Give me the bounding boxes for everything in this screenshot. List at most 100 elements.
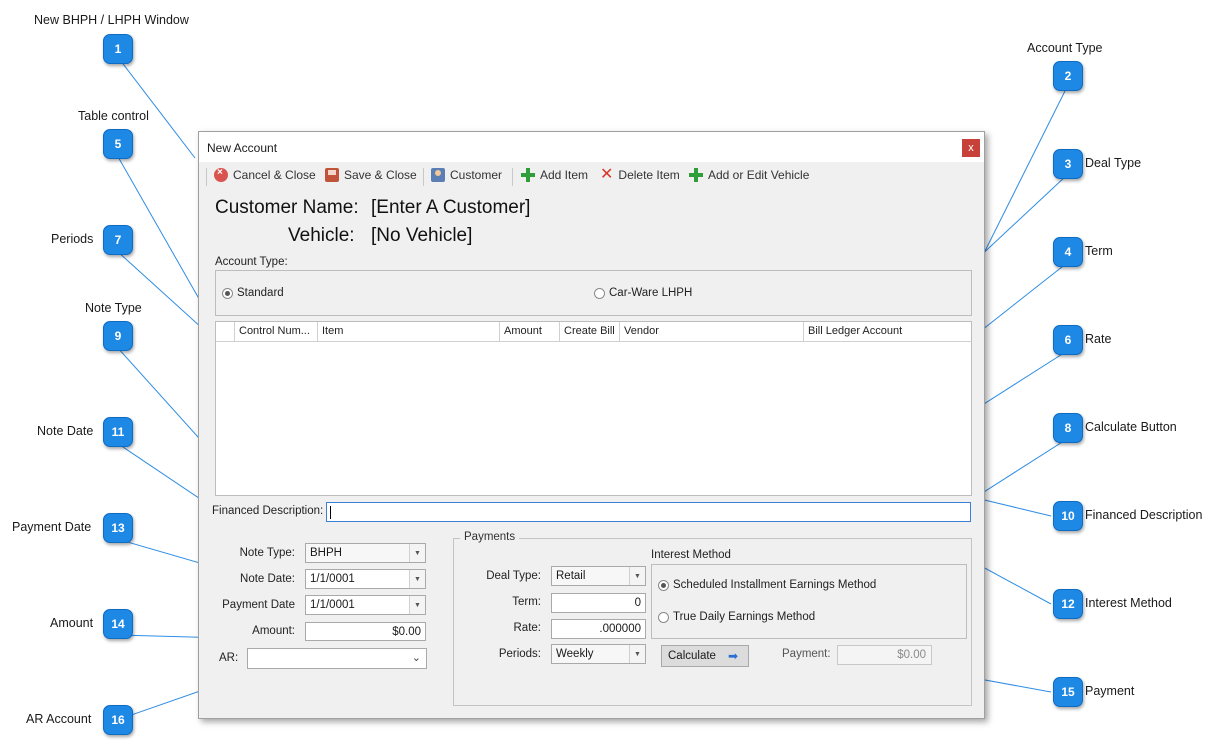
chevron-down-icon[interactable]: ▼ [629, 645, 645, 663]
radio-true-daily[interactable]: True Daily Earnings Method [658, 611, 815, 623]
customer-name-value[interactable]: [Enter A Customer] [371, 197, 530, 219]
chevron-down-icon[interactable]: ▼ [409, 596, 425, 614]
payment-date-picker[interactable]: 1/1/0001 ▼ [305, 595, 426, 615]
callout-label-6: Rate [1085, 332, 1112, 346]
toolbar-separator [512, 168, 513, 186]
save-close-label: Save & Close [344, 168, 417, 182]
delete-icon: ✕ [600, 166, 614, 183]
deal-type-select[interactable]: Retail ▼ [551, 566, 646, 586]
callout-badge-16: 16 [103, 705, 133, 735]
radio-indicator [658, 579, 669, 591]
table-header-item[interactable]: Item [318, 322, 500, 342]
note-date-picker[interactable]: 1/1/0001 ▼ [305, 569, 426, 589]
periods-select[interactable]: Weekly ▼ [551, 644, 646, 664]
add-edit-vehicle-button[interactable]: Add or Edit Vehicle [689, 168, 809, 182]
periods-value: Weekly [556, 648, 594, 660]
cancel-icon: × [214, 167, 228, 182]
table-header-control-num[interactable]: Control Num... [235, 322, 318, 342]
callout-badge-10: 10 [1053, 501, 1083, 531]
callout-badge-3: 3 [1053, 149, 1083, 179]
callout-label-12: Interest Method [1085, 596, 1172, 610]
note-type-label: Note Type: [239, 547, 295, 559]
text-cursor [330, 506, 331, 519]
add-edit-vehicle-label: Add or Edit Vehicle [708, 168, 810, 182]
table-header-create-bill[interactable]: Create Bill [560, 322, 620, 342]
callout-label-2: Account Type [1027, 41, 1103, 55]
financed-description-label: Financed Description: [212, 505, 324, 517]
radio-true-daily-label: True Daily Earnings Method [673, 611, 816, 623]
callout-badge-5: 5 [103, 129, 133, 159]
save-icon [325, 168, 339, 182]
chevron-down-icon[interactable]: ▼ [409, 544, 425, 562]
save-close-button[interactable]: Save & Close [325, 168, 417, 182]
delete-item-button[interactable]: ✕ Delete Item [600, 166, 680, 183]
callout-badge-6: 6 [1053, 325, 1083, 355]
ar-account-select[interactable]: ⌄ [247, 648, 427, 669]
add-item-label: Add Item [540, 168, 589, 182]
callout-badge-4: 4 [1053, 237, 1083, 267]
customer-label: Customer [450, 168, 503, 182]
callout-badge-15: 15 [1053, 677, 1083, 707]
vehicle-value[interactable]: [No Vehicle] [371, 225, 472, 247]
table-header-amount[interactable]: Amount [500, 322, 560, 342]
callout-label-11: Note Date [37, 424, 94, 438]
window-title: New Account [207, 141, 278, 155]
toolbar-separator [423, 168, 424, 186]
table-header-vendor[interactable]: Vendor [620, 322, 804, 342]
callout-label-1: New BHPH / LHPH Window [34, 13, 189, 27]
items-table[interactable]: Control Num... Item Amount Create Bill V… [215, 321, 972, 496]
callout-label-7: Periods [51, 232, 94, 246]
chevron-down-icon[interactable]: ▼ [409, 570, 425, 588]
periods-label: Periods: [498, 648, 541, 660]
term-input[interactable]: 0 [551, 593, 646, 613]
payment-date-label: Payment Date [222, 599, 295, 611]
callout-label-3: Deal Type [1085, 156, 1142, 170]
radio-indicator [594, 287, 605, 299]
radio-scheduled-installment[interactable]: Scheduled Installment Earnings Method [658, 579, 876, 591]
calculate-button[interactable]: Calculate ➡ [661, 645, 749, 667]
cancel-close-button[interactable]: × Cancel & Close [214, 167, 316, 182]
customer-button[interactable]: Customer [431, 168, 502, 182]
callout-badge-11: 11 [103, 417, 133, 447]
callout-label-15: Payment [1085, 684, 1135, 698]
callout-label-14: Amount [50, 616, 94, 630]
note-date-value: 1/1/0001 [310, 573, 355, 585]
callout-badge-8: 8 [1053, 413, 1083, 443]
arrow-right-icon: ➡ [727, 649, 739, 663]
callout-label-13: Payment Date [12, 520, 92, 534]
callout-badge-12: 12 [1053, 589, 1083, 619]
table-header-bill-ledger-account[interactable]: Bill Ledger Account [804, 322, 971, 342]
chevron-down-icon[interactable]: ▼ [629, 567, 645, 585]
plus-icon [689, 168, 703, 182]
window-titlebar[interactable]: New Account x [199, 132, 984, 162]
callout-label-9: Note Type [85, 301, 142, 315]
vehicle-label: Vehicle: [288, 225, 355, 246]
callout-label-10: Financed Description [1085, 508, 1203, 522]
payment-label: Payment: [782, 648, 831, 660]
close-button[interactable]: x [962, 139, 980, 157]
callout-badge-14: 14 [103, 609, 133, 639]
amount-input[interactable]: $0.00 [305, 622, 426, 641]
callout-badge-7: 7 [103, 225, 133, 255]
callout-label-4: Term [1085, 244, 1113, 258]
radio-standard[interactable]: Standard [222, 287, 284, 299]
note-date-label: Note Date: [240, 573, 295, 585]
cancel-close-label: Cancel & Close [233, 168, 316, 182]
chevron-down-icon[interactable]: ⌄ [412, 651, 421, 664]
payments-group-title: Payments [460, 531, 520, 543]
add-item-button[interactable]: Add Item [521, 168, 588, 182]
callout-badge-1: 1 [103, 34, 133, 64]
note-type-value: BHPH [310, 547, 342, 559]
rate-input[interactable]: .000000 [551, 619, 646, 639]
note-type-select[interactable]: BHPH ▼ [305, 543, 426, 563]
account-type-panel: Standard Car-Ware LHPH [215, 270, 972, 316]
rate-label: Rate: [513, 622, 542, 634]
plus-icon [521, 168, 535, 182]
toolbar-separator [206, 168, 207, 186]
toolbar: × Cancel & Close Save & Close Customer A… [199, 162, 984, 190]
term-label: Term: [512, 596, 541, 608]
financed-description-input[interactable] [326, 502, 971, 522]
radio-carware-lhph[interactable]: Car-Ware LHPH [594, 287, 692, 299]
table-row-selector-header [216, 322, 235, 342]
deal-type-label: Deal Type: [486, 570, 541, 582]
